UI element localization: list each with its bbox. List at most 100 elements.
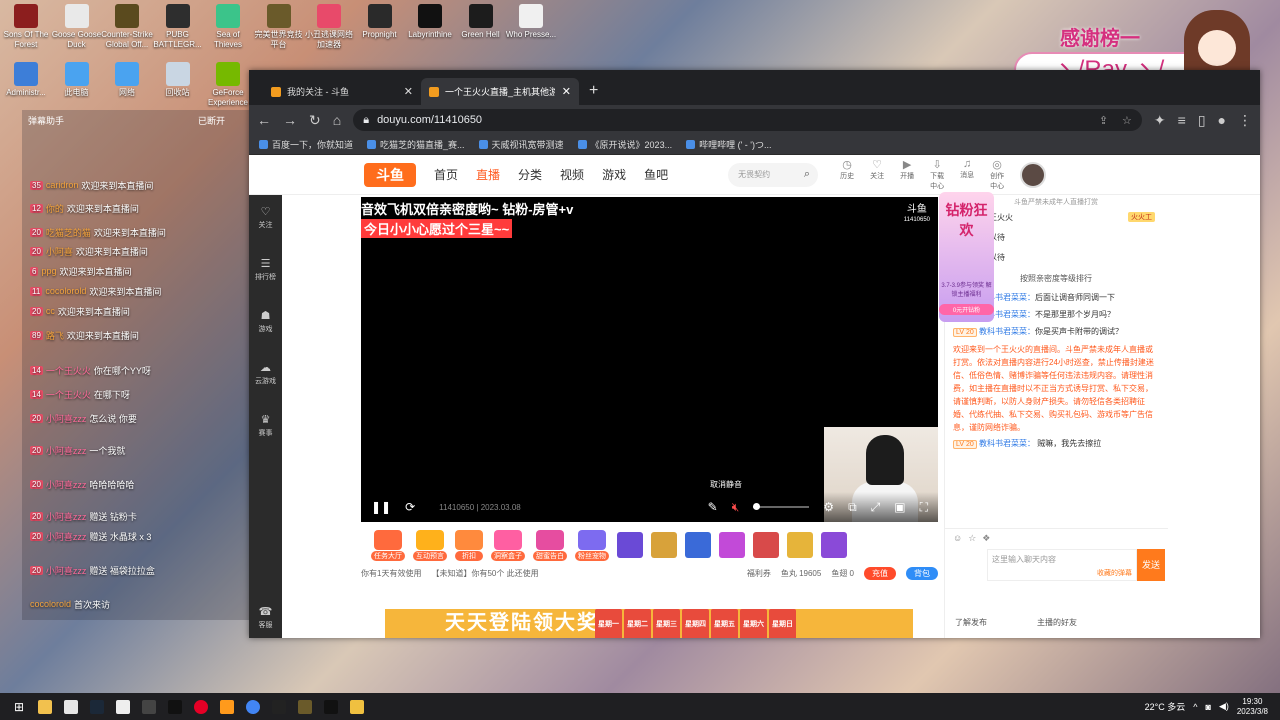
tab-follow[interactable]: 我的关注 - 斗鱼 ✕ [263, 78, 421, 105]
network-icon[interactable]: ◙ [1206, 702, 1211, 712]
gift-item-icon[interactable] [617, 532, 643, 558]
app-icon[interactable] [164, 697, 186, 717]
send-button[interactable]: 发送 [1137, 549, 1165, 581]
reload-icon[interactable]: ↻ [309, 112, 321, 129]
tab-live[interactable]: 一个王火火直播_主机其他游戏直播 ✕ [421, 78, 579, 105]
refresh-icon[interactable]: ⟳ [405, 500, 415, 514]
nav-item[interactable]: 鱼吧 [644, 166, 668, 183]
rail-item[interactable]: ♡ 关注 [249, 195, 282, 247]
douyu-logo[interactable]: 斗鱼 [364, 162, 416, 187]
menu-icon[interactable]: ⋮ [1238, 112, 1252, 129]
desktop-icon[interactable]: Who Presse... [505, 0, 557, 40]
gift-item-icon[interactable] [651, 532, 677, 558]
volume-slider[interactable] [753, 503, 810, 510]
header-icon-item[interactable]: ⇩ 下载中心 [928, 158, 946, 191]
forward-icon[interactable]: → [283, 112, 297, 128]
header-icon-item[interactable]: ▶ 开播 [898, 158, 916, 191]
gift-icon[interactable]: ❖ [982, 533, 990, 544]
bookmark-item[interactable]: 百度一下，你就知道 [259, 138, 353, 151]
app-icon[interactable] [60, 697, 82, 717]
app-icon[interactable] [112, 697, 134, 717]
bag-button[interactable]: 背包 [906, 566, 938, 580]
weather-text[interactable]: 22°C 多云 [1145, 700, 1186, 713]
desktop-icon[interactable]: Counter-Strike Global Off... [101, 0, 153, 50]
pip-icon[interactable]: ⧉ [848, 500, 857, 515]
chat-user[interactable]: 教科书君菜菜： [979, 327, 1035, 336]
profile-icon[interactable]: ● [1218, 112, 1226, 128]
reading-list-icon[interactable]: ≡ [1178, 112, 1186, 128]
desktop-icon[interactable]: Administr... [0, 58, 52, 98]
rail-item[interactable]: ☰ 排行榜 [249, 247, 282, 299]
header-icon-item[interactable]: ◎ 创作中心 [988, 158, 1006, 191]
desktop-icon[interactable]: Goose Goose Duck [51, 0, 103, 50]
rail-item[interactable]: ☁ 云游戏 [249, 351, 282, 403]
nav-item[interactable]: 首页 [434, 166, 458, 183]
close-tab-icon[interactable]: ✕ [404, 85, 413, 98]
desktop-icon[interactable]: Sons Of The Forest [0, 0, 52, 50]
webfullscreen-icon[interactable]: ▣ [894, 500, 905, 514]
nav-item[interactable]: 游戏 [602, 166, 626, 183]
desktop-icon[interactable]: 完美世界竞技平台 [253, 0, 305, 50]
app-icon[interactable] [216, 697, 238, 717]
clock[interactable]: 19:30 2023/3/8 [1237, 697, 1268, 717]
card-label[interactable]: 福利券 [747, 568, 771, 579]
volume-knob[interactable] [753, 503, 761, 510]
desktop-icon[interactable]: Labyrinthine [404, 0, 456, 40]
muted-icon[interactable]: 🔇︎ [732, 500, 740, 515]
saved-danmu[interactable]: 收藏的弹幕 [1097, 568, 1132, 578]
nav-item[interactable]: 视频 [560, 166, 584, 183]
desktop-icon[interactable]: 小丑逃课网络加速器 [303, 0, 355, 50]
tray-arrow-icon[interactable]: ^ [1193, 702, 1197, 712]
login-reward-banner[interactable]: 天天登陆领大奖 星期一 星期二 星期三 星期四 星期五 星期六 星期日 [385, 609, 913, 638]
gift-item-icon[interactable] [753, 532, 779, 558]
gift-feature[interactable]: 甜蜜告白 [533, 529, 567, 561]
gift-item-icon[interactable] [685, 532, 711, 558]
desktop-icon[interactable]: PUBG BATTLEGR... [152, 0, 204, 50]
desktop-icon[interactable]: GeForce Experience [202, 58, 254, 108]
desktop-icon[interactable]: 此电脑 [51, 58, 103, 98]
app-icon[interactable] [294, 697, 316, 717]
explorer-icon[interactable] [34, 697, 56, 717]
gift-feature[interactable]: 任务大厅 [371, 529, 405, 561]
promo-card[interactable]: 钻粉狂欢 3.7-3.9参与领奖 解锁主播福利 0元开钻粉 [939, 192, 994, 322]
rail-item[interactable]: ☎ 客服 [249, 595, 282, 638]
address-bar[interactable]: 🔒︎ douyu.com/11410650 ⇪ ☆ [353, 109, 1142, 131]
bookmark-item[interactable]: 哔哩哔哩 (' - ')つ... [686, 138, 772, 151]
gift-item-icon[interactable] [821, 532, 847, 558]
edit-icon[interactable]: ✎ [708, 500, 718, 514]
rail-item[interactable]: ☗ 游戏 [249, 299, 282, 351]
chat-input[interactable]: 这里输入聊天内容 收藏的弹幕 [987, 549, 1137, 581]
sidepanel-icon[interactable]: ▯ [1198, 112, 1206, 129]
extensions-icon[interactable]: ✦ [1154, 112, 1166, 129]
home-icon[interactable]: ⌂ [333, 112, 341, 128]
chrome-icon[interactable] [242, 697, 264, 717]
wide-icon[interactable]: ⤢ [871, 500, 881, 515]
volume-icon[interactable]: ◀) [1219, 701, 1229, 712]
star-icon[interactable]: ☆ [1122, 114, 1132, 127]
search-icon[interactable]: ⌕ [804, 168, 810, 181]
emoji-icon[interactable]: ☺ [953, 533, 962, 544]
gift-feature[interactable]: 折扣 [455, 529, 483, 561]
user-avatar[interactable] [1020, 161, 1047, 188]
desktop-icon[interactable]: Propnight [354, 0, 406, 40]
fans-icon[interactable]: ☆ [968, 533, 976, 544]
gift-item-icon[interactable] [719, 532, 745, 558]
desktop-icon[interactable]: Sea of Thieves [202, 0, 254, 50]
recharge-button[interactable]: 充值 [864, 566, 896, 580]
netease-music-icon[interactable] [190, 697, 212, 717]
start-icon[interactable]: ⊞ [8, 697, 30, 717]
steam-icon[interactable] [86, 697, 108, 717]
gift-item-icon[interactable] [787, 532, 813, 558]
site-search-input[interactable]: 无畏契约 ⌕ [728, 162, 819, 187]
nav-item[interactable]: 分类 [518, 166, 542, 183]
app-icon[interactable] [138, 697, 160, 717]
app-icon[interactable] [320, 697, 342, 717]
bookmark-item[interactable]: 吃猫芝的猫直播_赛... [367, 138, 465, 151]
desktop-icon[interactable]: 网络 [101, 58, 153, 98]
bookmark-item[interactable]: 天威视讯宽带测速 [478, 138, 564, 151]
header-icon-item[interactable]: ♫ 消息 [958, 158, 976, 191]
app-icon[interactable] [346, 697, 368, 717]
rail-item[interactable]: ♛ 赛事 [249, 403, 282, 455]
gift-feature[interactable]: 粉丝宠物 [575, 529, 609, 561]
share-icon[interactable]: ⇪ [1099, 114, 1108, 127]
